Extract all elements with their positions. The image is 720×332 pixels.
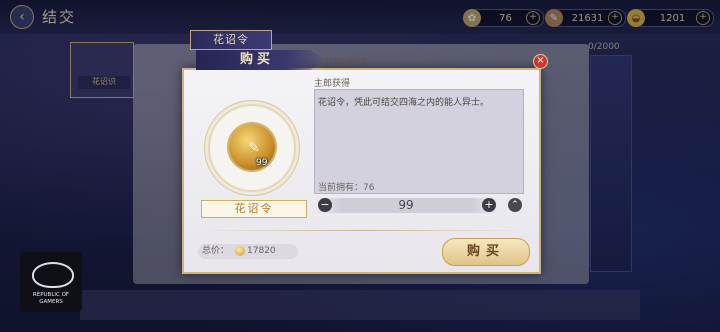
total-price: 总价： 17820 (198, 244, 298, 259)
close-icon[interactable]: × (533, 54, 548, 69)
rog-brand-text: REPUBLIC OF GAMERS (32, 292, 70, 305)
item-name: 花诏令 (201, 200, 307, 218)
quantity-value[interactable]: 99 (380, 198, 432, 213)
feather-mark-icon: ✎ (248, 140, 260, 156)
rog-eye-icon (32, 262, 74, 288)
source-label: 主郎获得 (314, 79, 351, 89)
total-value: 17820 (247, 246, 276, 256)
dialog-title: 购买 (196, 50, 326, 70)
decrease-button[interactable]: − (318, 198, 332, 212)
owned-count: 当前拥有：76 (318, 183, 375, 193)
item-description: 花诏令，凭此可结交四海之内的能人异士。 (318, 98, 490, 108)
divider (200, 230, 525, 231)
tab-hua-zhao-ling[interactable]: 花诏令 (190, 30, 272, 50)
item-quantity-badge: 99 (256, 158, 268, 168)
feather-icon (235, 245, 246, 256)
total-label: 总价： (202, 246, 230, 256)
buy-button[interactable]: 购买 (442, 238, 530, 266)
increase-button[interactable]: + (482, 198, 496, 212)
max-button[interactable]: ⌃ (508, 198, 522, 212)
